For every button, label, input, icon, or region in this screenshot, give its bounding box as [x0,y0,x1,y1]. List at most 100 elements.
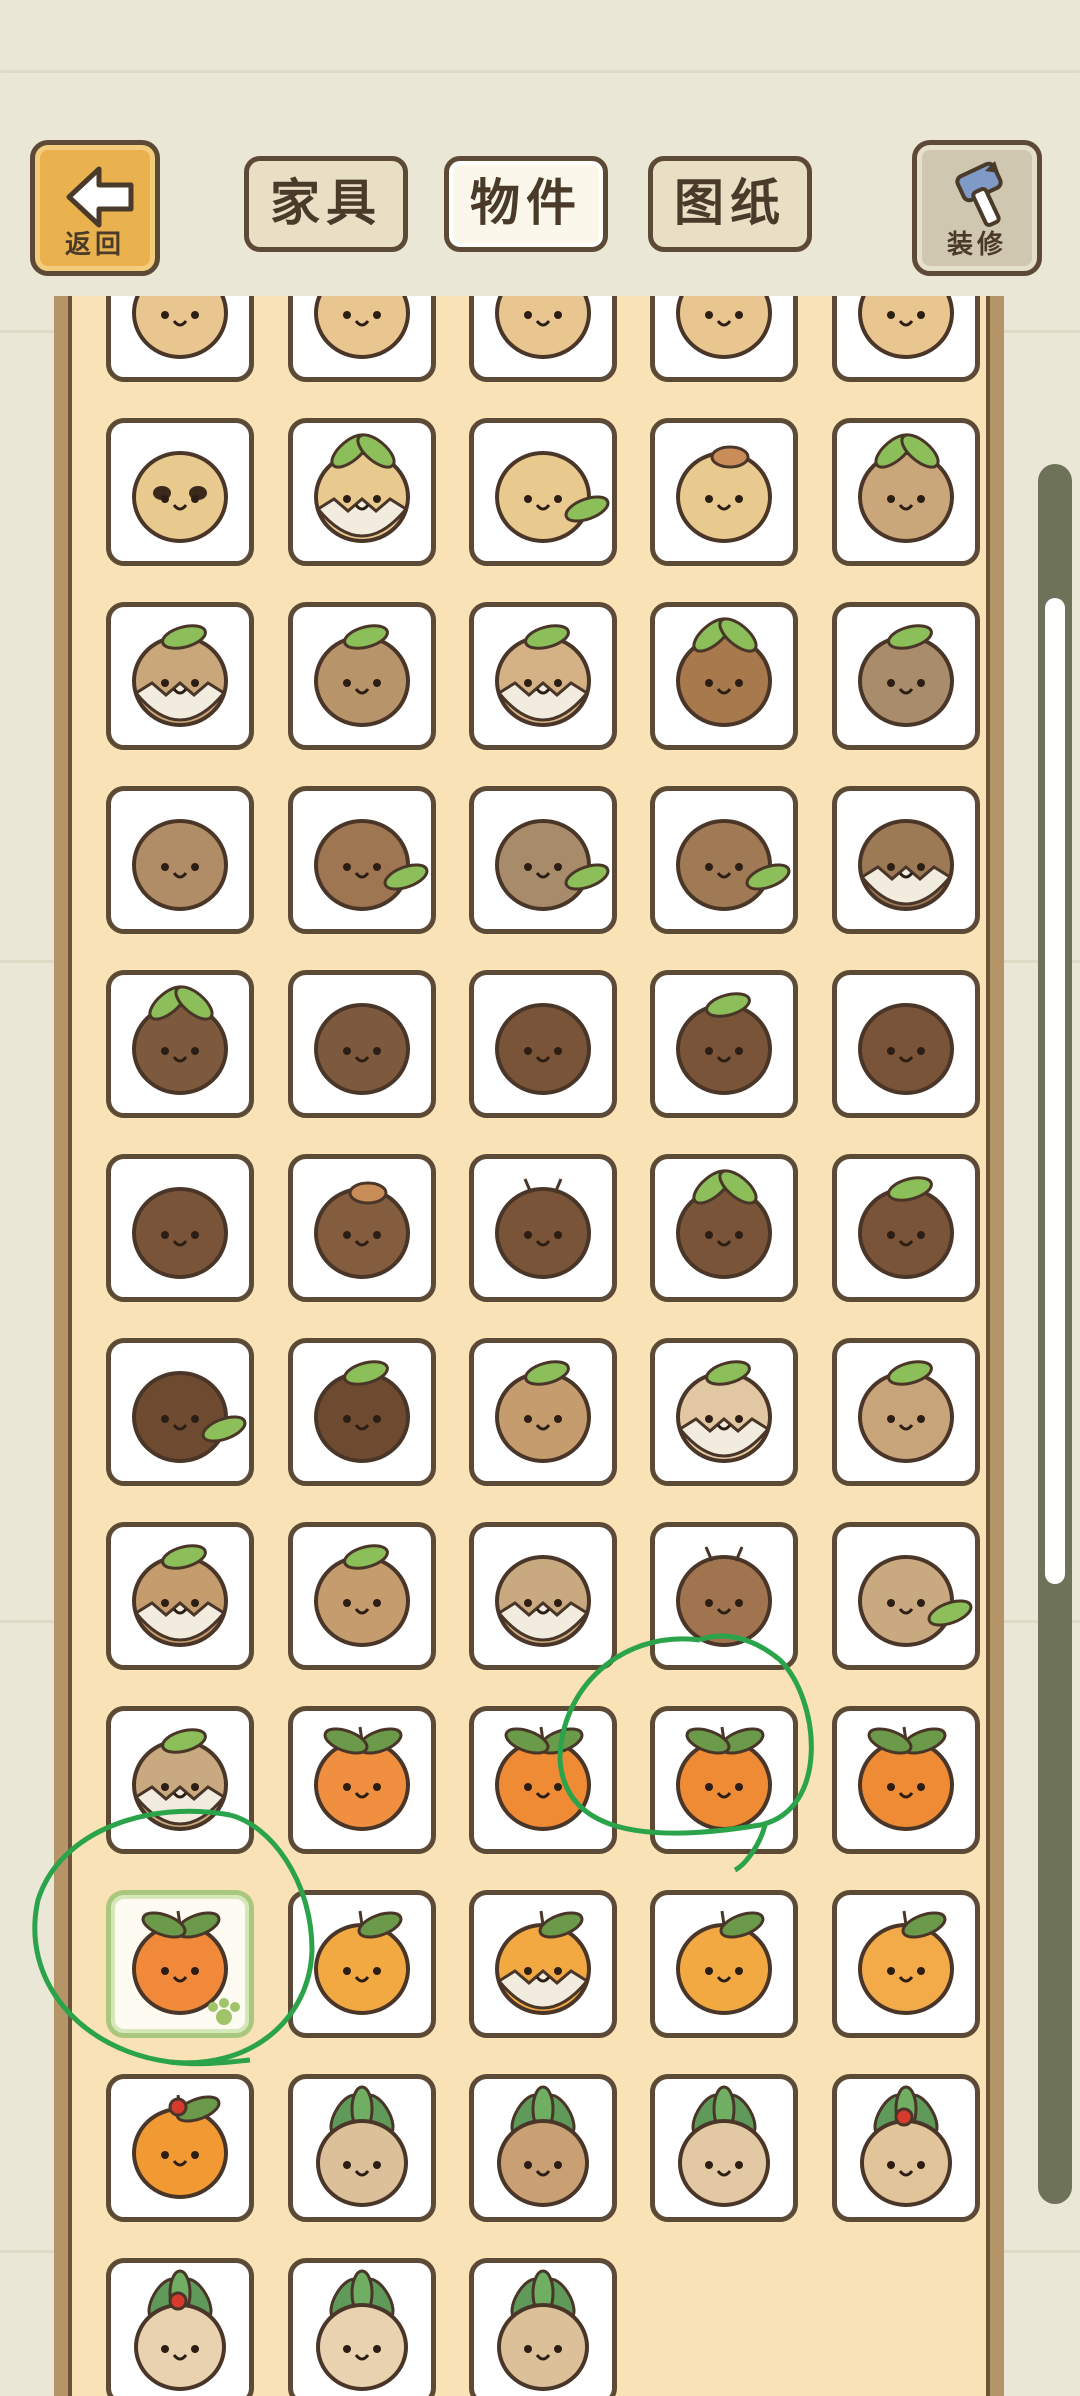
item-slot[interactable] [106,1338,254,1486]
item-slot[interactable] [106,602,254,750]
nut-mushroom-icon [314,1181,410,1279]
nut-item [132,296,228,359]
item-panel [54,296,1004,2396]
item-slot[interactable] [288,2074,436,2222]
tab-label: 图纸 [674,174,786,232]
nut-plain-icon [132,1187,228,1279]
item-slot[interactable] [832,970,980,1118]
item-slot[interactable] [288,602,436,750]
item-slot[interactable] [469,1338,617,1486]
nut-sprout-icon [676,1169,772,1279]
item-slot[interactable] [106,1522,254,1670]
item-slot[interactable] [469,1522,617,1670]
item-slot[interactable] [832,1338,980,1486]
item-slot[interactable] [106,2258,254,2396]
item-slot[interactable] [832,602,980,750]
nut-side-leaf-icon [858,1555,973,1647]
item-slot[interactable] [469,296,617,382]
item-slot[interactable] [469,602,617,750]
back-button[interactable]: 返回 [30,140,160,276]
item-slot[interactable] [650,1890,798,2038]
item-slot[interactable] [650,1706,798,1854]
nut-leaf-shell-icon [132,624,228,727]
nut-leaf-icon [495,1360,591,1463]
item-slot[interactable] [288,1338,436,1486]
item-slot[interactable] [469,418,617,566]
item-slot[interactable] [469,1706,617,1854]
item-slot[interactable] [650,970,798,1118]
item-slot[interactable] [832,296,980,382]
nut-leaf-shell-icon [676,1360,772,1463]
item-slot[interactable] [650,1338,798,1486]
item-slot[interactable] [106,418,254,566]
item-slot[interactable] [288,1522,436,1670]
nut-leaf-shell-icon [132,1544,228,1647]
wood-grain [0,70,1080,73]
item-slot[interactable] [288,296,436,382]
item-slot[interactable] [106,1154,254,1302]
item-slot[interactable] [288,1706,436,1854]
item-slot[interactable] [469,1890,617,2038]
berry-orange-icon [132,2094,228,2199]
item-slot[interactable] [832,1522,980,1670]
orange-icon [676,1910,772,2015]
decorate-button[interactable]: 装修 [912,140,1042,276]
item-slot[interactable] [288,786,436,934]
nut-item [676,296,772,359]
item-slot[interactable] [832,1890,980,2038]
item-slot[interactable] [650,1154,798,1302]
item-slot[interactable] [106,970,254,1118]
item-slot[interactable] [288,2258,436,2396]
tab-objects[interactable]: 物件 [444,156,608,252]
item-slot[interactable] [469,786,617,934]
item-slot[interactable] [106,786,254,934]
item-slot[interactable] [650,418,798,566]
back-label: 返回 [64,230,125,260]
nut-sprout-shell-icon [314,433,410,543]
item-slot[interactable] [650,786,798,934]
orange-shell-icon [495,1910,591,2015]
item-slot[interactable] [288,970,436,1118]
scrollbar-thumb[interactable] [1045,598,1065,1584]
nut-plain-icon [858,1003,954,1095]
item-slot[interactable] [832,418,980,566]
item-slot[interactable] [650,602,798,750]
nut-leaf-shell-icon [495,624,591,727]
item-slot[interactable] [832,1154,980,1302]
nut-shell-icon [495,1555,591,1647]
item-slot[interactable] [650,1522,798,1670]
nut-leaf-icon [676,992,772,1095]
item-slot[interactable] [469,2258,617,2396]
tab-label: 物件 [470,174,582,232]
item-slot[interactable] [288,1154,436,1302]
item-slot[interactable] [106,2074,254,2222]
nut-side-leaf-icon [495,819,610,911]
item-slot[interactable] [832,2074,980,2222]
persimmon-icon [495,1726,591,1831]
item-slot[interactable] [469,970,617,1118]
item-slot[interactable] [650,296,798,382]
nut-leaf-icon [314,1360,410,1463]
tab-blueprints[interactable]: 图纸 [648,156,812,252]
item-slot[interactable] [832,1706,980,1854]
persimmon-icon [314,1726,410,1831]
item-slot[interactable] [832,786,980,934]
item-slot[interactable] [288,1890,436,2038]
item-slot[interactable] [650,2074,798,2222]
radish-icon [316,2085,408,2207]
nut-panda-icon [132,451,228,543]
tab-furniture[interactable]: 家具 [244,156,408,252]
orange-icon [858,1910,954,2015]
persimmon-icon [676,1726,772,1831]
item-slot[interactable] [106,1890,254,2038]
item-slot[interactable] [288,418,436,566]
item-slot[interactable] [106,296,254,382]
item-slot[interactable] [106,1706,254,1854]
frog-paw-icon [208,1998,240,2025]
radish-icon [316,2269,408,2391]
decorate-label: 装修 [946,230,1007,260]
nut-plain-icon [314,1003,410,1095]
item-slot[interactable] [469,1154,617,1302]
nut-mushroom-icon [676,445,772,543]
item-slot[interactable] [469,2074,617,2222]
